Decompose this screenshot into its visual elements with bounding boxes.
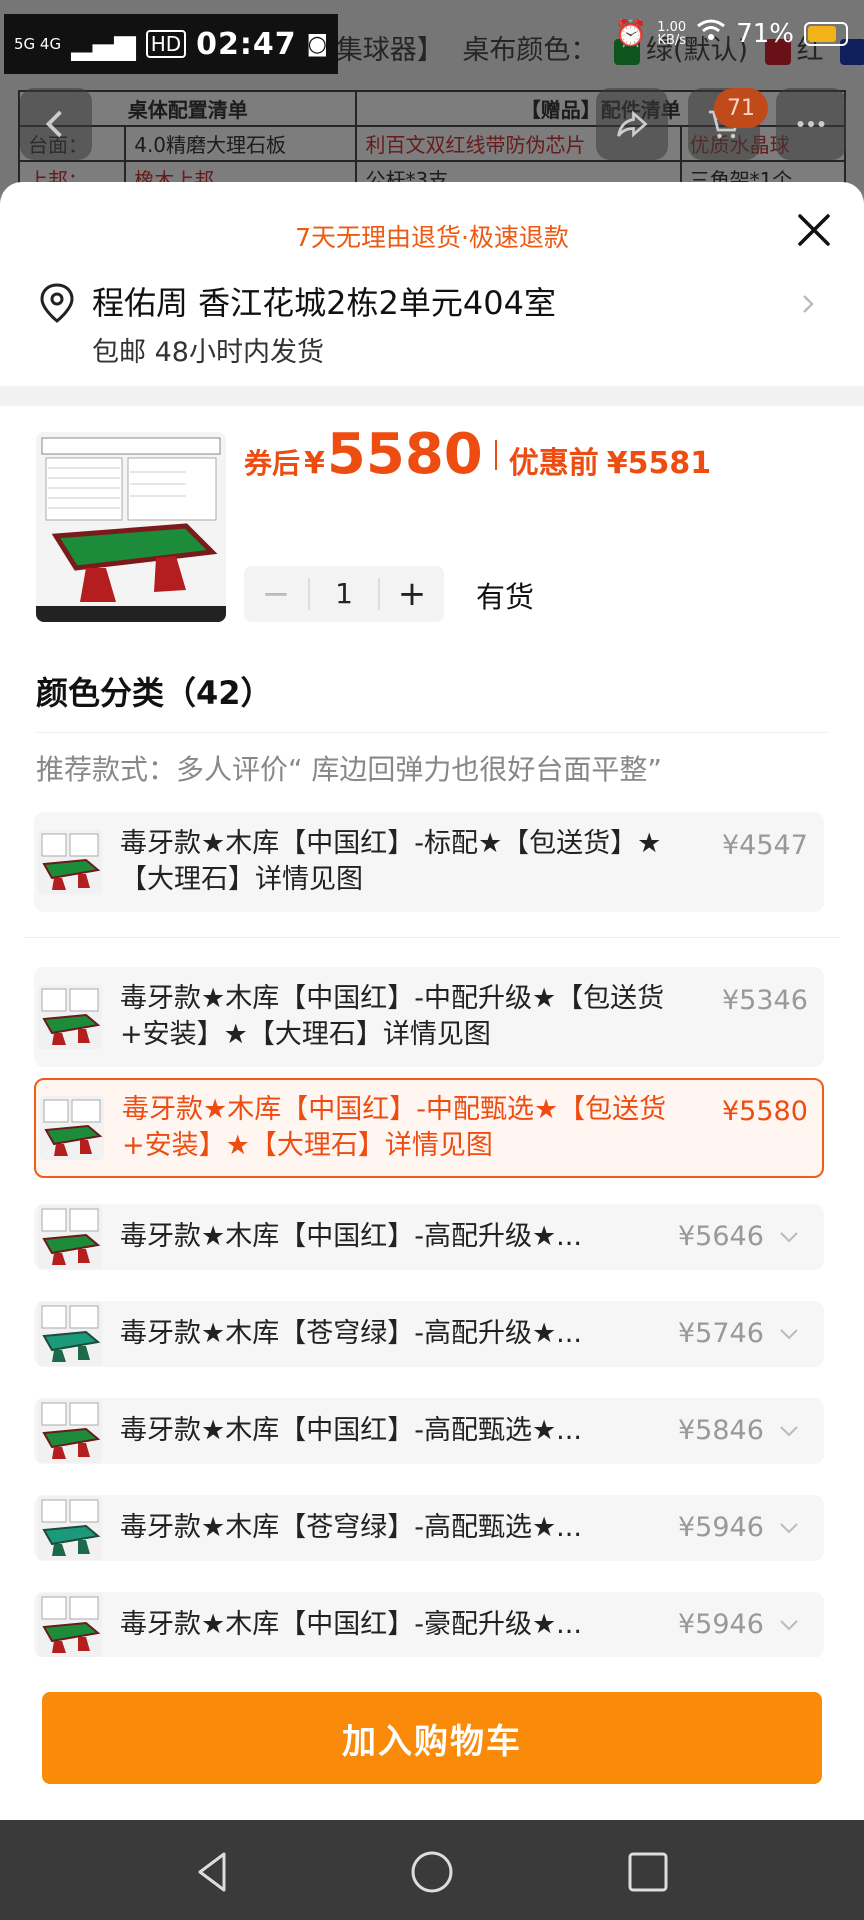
- wifi-icon: [696, 18, 726, 49]
- original-price: ¥5581: [606, 446, 712, 481]
- add-to-cart-button[interactable]: 加入购物车: [42, 1692, 822, 1784]
- sku-thumbnail: [38, 1593, 102, 1657]
- color-category-title: 颜色分类（42）: [36, 674, 273, 712]
- status-right: ⏰ 1.00 KB/s 71%: [615, 18, 848, 49]
- chevron-right-icon: [803, 295, 814, 313]
- return-policy-notice: 7天无理由退货·极速退款: [295, 223, 569, 252]
- clock: 02:47: [196, 26, 297, 62]
- sku-option[interactable]: 毒牙款★木库【苍穹绿】-高配升级★... ¥5746: [34, 1301, 824, 1367]
- close-button[interactable]: [790, 206, 838, 254]
- nav-back-icon[interactable]: [190, 1848, 238, 1896]
- chevron-down-icon[interactable]: [778, 1618, 800, 1632]
- share-button[interactable]: [596, 88, 668, 160]
- sku-name: 毒牙款★木库【苍穹绿】-高配升级★...: [120, 1318, 582, 1349]
- chevron-left-icon: [45, 110, 62, 138]
- sku-name: 毒牙款★木库【中国红】-中配甄选★【包送货+安装】★【大理石】详情见图: [122, 1094, 667, 1161]
- notification-icon: ◙: [306, 31, 329, 57]
- more-button[interactable]: [776, 88, 846, 160]
- status-bar: 5G 4G ▂▄▆ HD 02:47 ◙ ⏰ 1.00 KB/s 71%: [0, 0, 864, 74]
- nav-home-icon[interactable]: [408, 1848, 456, 1896]
- location-pin-icon: [40, 283, 74, 323]
- sku-option[interactable]: 毒牙款★木库【中国红】-高配甄选★... ¥5846: [34, 1398, 824, 1464]
- close-icon: [798, 214, 830, 246]
- back-button[interactable]: [20, 88, 92, 160]
- share-icon: [617, 110, 648, 138]
- signal-icon: ▂▄▆: [71, 27, 136, 61]
- section-divider: [0, 386, 864, 406]
- sku-price: ¥5580: [722, 1096, 808, 1127]
- sku-option[interactable]: 毒牙款★木库【中国红】-标配★【包送货】★【大理石】详情见图 ¥4547: [34, 812, 824, 912]
- stock-status: 有货: [476, 580, 535, 614]
- shipping-address[interactable]: 程佑周 香江花城2栋2单元404室 包邮 48小时内发货: [0, 274, 864, 384]
- sku-name: 毒牙款★木库【中国红】-高配升级★...: [120, 1221, 582, 1252]
- sku-option[interactable]: 毒牙款★木库【中国红】-高配升级★... ¥5646: [34, 1204, 824, 1270]
- network-indicator: 5G 4G: [14, 34, 62, 53]
- sku-thumbnail: [40, 1096, 104, 1160]
- sku-option[interactable]: 毒牙款★木库【中国红】-中配升级★【包送货+安装】★【大理石】详情见图 ¥534…: [34, 967, 824, 1067]
- sku-option[interactable]: 毒牙款★木库【苍穹绿】-高配甄选★... ¥5946: [34, 1495, 824, 1561]
- sku-thumbnail: [38, 830, 102, 894]
- sku-price: ¥5946: [678, 1512, 764, 1543]
- address-line: 程佑周 香江花城2栋2单元404室: [92, 284, 556, 322]
- alarm-icon: ⏰: [614, 18, 648, 49]
- sku-price: ¥5846: [678, 1415, 764, 1446]
- sku-thumbnail: [38, 1205, 102, 1269]
- decrease-quantity-button[interactable]: −: [244, 566, 308, 622]
- sku-price: ¥5746: [678, 1318, 764, 1349]
- sku-thumbnail: [38, 1496, 102, 1560]
- sku-thumbnail: [38, 1399, 102, 1463]
- sku-name: 毒牙款★木库【中国红】-中配升级★【包送货+安装】★【大理石】详情见图: [120, 983, 665, 1050]
- sku-thumbnail: [38, 1302, 102, 1366]
- sku-option[interactable]: 毒牙款★木库【中国红】-豪配升级★... ¥5946: [34, 1592, 824, 1657]
- sku-price: ¥5946: [678, 1609, 764, 1640]
- chevron-down-icon[interactable]: [778, 1521, 800, 1535]
- chevron-down-icon[interactable]: [778, 1424, 800, 1438]
- sku-name: 毒牙款★木库【苍穹绿】-高配甄选★...: [120, 1512, 582, 1543]
- sku-thumbnail: [38, 985, 102, 1049]
- cart-count-badge: 71: [714, 88, 768, 128]
- chevron-down-icon[interactable]: [778, 1327, 800, 1341]
- quantity-stepper: − 1 +: [244, 566, 444, 622]
- sku-price: ¥4547: [722, 830, 808, 861]
- increase-quantity-button[interactable]: +: [380, 566, 444, 622]
- net-speed: 1.00 KB/s: [657, 19, 687, 48]
- sku-price: ¥5346: [722, 985, 808, 1016]
- sku-selector-sheet: 7天无理由退货·极速退款 程佑周 香江花城2栋2单元404室 包邮 48小时内发…: [0, 182, 864, 1820]
- nav-recents-icon[interactable]: [624, 1848, 672, 1896]
- system-navigation-bar: [0, 1820, 864, 1920]
- battery-percent: 71%: [736, 18, 794, 49]
- product-thumbnail[interactable]: [36, 432, 226, 622]
- final-price: 5580: [326, 422, 483, 487]
- status-left: 5G 4G ▂▄▆ HD 02:47 ◙: [4, 14, 339, 74]
- chevron-down-icon[interactable]: [778, 1230, 800, 1244]
- battery-icon: [804, 21, 848, 46]
- quantity-value[interactable]: 1: [308, 578, 380, 610]
- sku-name: 毒牙款★木库【中国红】-豪配升级★...: [120, 1609, 582, 1640]
- sku-options-list[interactable]: 毒牙款★木库【中国红】-标配★【包送货】★【大理石】详情见图 ¥4547 毒牙款…: [0, 812, 864, 1657]
- sku-name: 毒牙款★木库【中国红】-标配★【包送货】★【大理石】详情见图: [120, 828, 662, 895]
- hd-icon: HD: [145, 30, 187, 58]
- sku-option-selected[interactable]: 毒牙款★木库【中国红】-中配甄选★【包送货+安装】★【大理石】详情见图 ¥558…: [34, 1078, 824, 1178]
- price-row: 券后 ¥ 5580 优惠前 ¥5581: [244, 422, 712, 487]
- sku-name: 毒牙款★木库【中国红】-高配甄选★...: [120, 1415, 582, 1446]
- recommend-text: 推荐款式：多人评价“ 库边回弹力也很好台面平整”: [36, 753, 662, 786]
- more-dots-icon: [797, 121, 825, 127]
- delivery-info: 包邮 48小时内发货: [92, 337, 324, 368]
- sku-price: ¥5646: [678, 1221, 764, 1252]
